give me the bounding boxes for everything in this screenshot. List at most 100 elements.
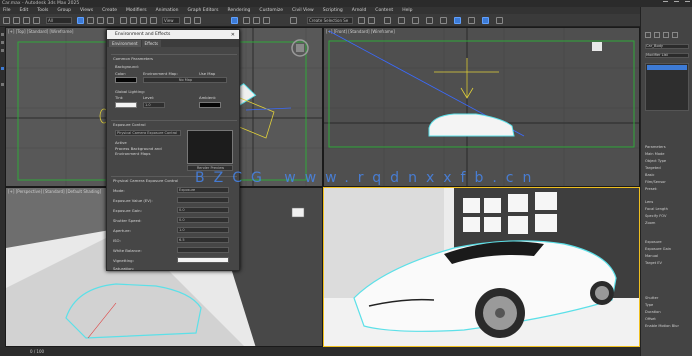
- use-map-checkbox[interactable]: Use Map: [199, 71, 215, 76]
- select-object-icon[interactable]: [77, 17, 84, 24]
- exposure-value-field[interactable]: [177, 197, 229, 203]
- menu-file[interactable]: File: [3, 8, 11, 13]
- panel-line[interactable]: Manual: [645, 254, 658, 258]
- process-background-checkbox[interactable]: Process Background and Environment Maps: [115, 146, 177, 156]
- tool-strip-icon[interactable]: [1, 49, 4, 52]
- rotate-icon[interactable]: [130, 17, 137, 24]
- render-production-icon[interactable]: [468, 17, 475, 24]
- panel-line[interactable]: Exposure: [645, 240, 662, 244]
- exposure-type-dropdown[interactable]: Physical Camera Exposure Control: [115, 130, 181, 136]
- close-icon[interactable]: [685, 1, 690, 5]
- selection-filter-dropdown[interactable]: All: [46, 17, 72, 24]
- menu-help[interactable]: Help: [402, 8, 412, 13]
- window-crossing-icon[interactable]: [107, 17, 114, 24]
- motion-tab-icon[interactable]: [672, 32, 678, 38]
- tint-color-swatch[interactable]: [115, 102, 137, 108]
- select-manipulate-icon[interactable]: [194, 17, 201, 24]
- material-editor-icon[interactable]: [426, 17, 433, 24]
- dialog-titlebar[interactable]: Environment and Effects ✕: [107, 30, 239, 39]
- panel-line[interactable]: Targeted: [645, 166, 661, 170]
- curve-editor-icon[interactable]: [398, 17, 405, 24]
- modify-tab-icon[interactable]: [654, 32, 660, 38]
- panel-line[interactable]: Shutter: [645, 296, 658, 300]
- viewport-camera[interactable]: [+] [PhysCamera001] [Standard] [Default …: [323, 187, 640, 347]
- link-icon[interactable]: [23, 17, 30, 24]
- exposure-gain-field[interactable]: 0.0: [177, 207, 229, 213]
- panel-line[interactable]: Parameters: [645, 145, 666, 149]
- panel-line[interactable]: Film/Sensor: [645, 180, 666, 184]
- menu-views[interactable]: Views: [80, 8, 93, 13]
- menu-arnold[interactable]: Arnold: [352, 8, 367, 13]
- arnold-render-icon[interactable]: [482, 17, 489, 24]
- tab-environment[interactable]: Environment: [109, 40, 141, 47]
- redo-icon[interactable]: [13, 17, 20, 24]
- section-exposure-control[interactable]: Exposure Control: [113, 122, 146, 127]
- menu-tools[interactable]: Tools: [37, 8, 48, 13]
- menu-create[interactable]: Create: [102, 8, 117, 13]
- environment-map-button[interactable]: No Map: [143, 77, 227, 83]
- tool-strip-icon[interactable]: [1, 41, 4, 44]
- unlink-icon[interactable]: [33, 17, 40, 24]
- tool-strip-icon[interactable]: [1, 67, 4, 70]
- active-checkbox[interactable]: Active: [115, 140, 127, 145]
- background-color-swatch[interactable]: [115, 77, 137, 83]
- edit-named-selection-icon[interactable]: [290, 17, 297, 24]
- menu-customize[interactable]: Customize: [259, 8, 283, 13]
- shutter-speed-field[interactable]: 0.0: [177, 217, 229, 223]
- percent-snap-icon[interactable]: [253, 17, 260, 24]
- snaps-toggle-icon[interactable]: [231, 17, 238, 24]
- mode-dropdown[interactable]: Exposure: [177, 187, 229, 193]
- align-icon[interactable]: [368, 17, 375, 24]
- menu-content[interactable]: Content: [375, 8, 393, 13]
- menu-scripting[interactable]: Scripting: [323, 8, 343, 13]
- create-tab-icon[interactable]: [645, 32, 651, 38]
- vignetting-field[interactable]: [177, 257, 229, 263]
- menu-civil-view[interactable]: Civil View: [292, 8, 314, 13]
- tool-strip-icon[interactable]: [1, 83, 4, 86]
- panel-line[interactable]: Enable Motion Blur: [645, 324, 679, 328]
- render-setup-icon[interactable]: [440, 17, 447, 24]
- move-icon[interactable]: [120, 17, 127, 24]
- iso-field[interactable]: 6.5: [177, 237, 229, 243]
- render-iterative-icon[interactable]: [496, 17, 503, 24]
- named-selection-dropdown[interactable]: Create Selection Se: [307, 17, 353, 24]
- maximize-icon[interactable]: [674, 1, 679, 5]
- rectangular-selection-icon[interactable]: [97, 17, 104, 24]
- panel-line[interactable]: Lens: [645, 200, 653, 204]
- section-common-parameters[interactable]: Common Parameters: [113, 56, 153, 61]
- scale-icon[interactable]: [140, 17, 147, 24]
- aperture-field[interactable]: 1.0: [177, 227, 229, 233]
- pivot-center-icon[interactable]: [184, 17, 191, 24]
- tab-effects[interactable]: Effects: [141, 40, 162, 47]
- rendered-frame-window-icon[interactable]: [454, 17, 461, 24]
- modifier-stack[interactable]: [645, 63, 689, 111]
- spinner-snap-icon[interactable]: [263, 17, 270, 24]
- mirror-icon[interactable]: [358, 17, 365, 24]
- menu-graph-editors[interactable]: Graph Editors: [188, 8, 219, 13]
- tool-strip-icon[interactable]: [1, 33, 4, 36]
- angle-snap-icon[interactable]: [243, 17, 250, 24]
- section-physical-camera-exposure[interactable]: Physical Camera Exposure Control: [113, 178, 178, 183]
- reference-coordinate-dropdown[interactable]: View: [162, 17, 180, 24]
- menu-edit[interactable]: Edit: [20, 8, 29, 13]
- layer-explorer-icon[interactable]: [384, 17, 391, 24]
- level-spinner[interactable]: 1.0: [143, 102, 165, 108]
- menu-rendering[interactable]: Rendering: [227, 8, 250, 13]
- ambient-color-swatch[interactable]: [199, 102, 221, 108]
- menu-modifiers[interactable]: Modifiers: [126, 8, 147, 13]
- menu-group[interactable]: Group: [57, 8, 71, 13]
- viewport-front[interactable]: [+] [Front] [Standard] [Wireframe]: [323, 27, 640, 187]
- modifier-stack-selected-item[interactable]: [647, 65, 687, 70]
- white-balance-dropdown[interactable]: [177, 247, 229, 253]
- place-icon[interactable]: [150, 17, 157, 24]
- select-by-name-icon[interactable]: [87, 17, 94, 24]
- schematic-view-icon[interactable]: [412, 17, 419, 24]
- menu-animation[interactable]: Animation: [156, 8, 179, 13]
- hierarchy-tab-icon[interactable]: [663, 32, 669, 38]
- tint-label: Tint:: [115, 95, 124, 100]
- close-icon[interactable]: ✕: [231, 32, 235, 38]
- time-slider-readout[interactable]: 0 / 100: [30, 349, 44, 354]
- undo-icon[interactable]: [3, 17, 10, 24]
- minimize-icon[interactable]: [663, 1, 668, 5]
- panel-line[interactable]: Specify FOV: [645, 214, 667, 218]
